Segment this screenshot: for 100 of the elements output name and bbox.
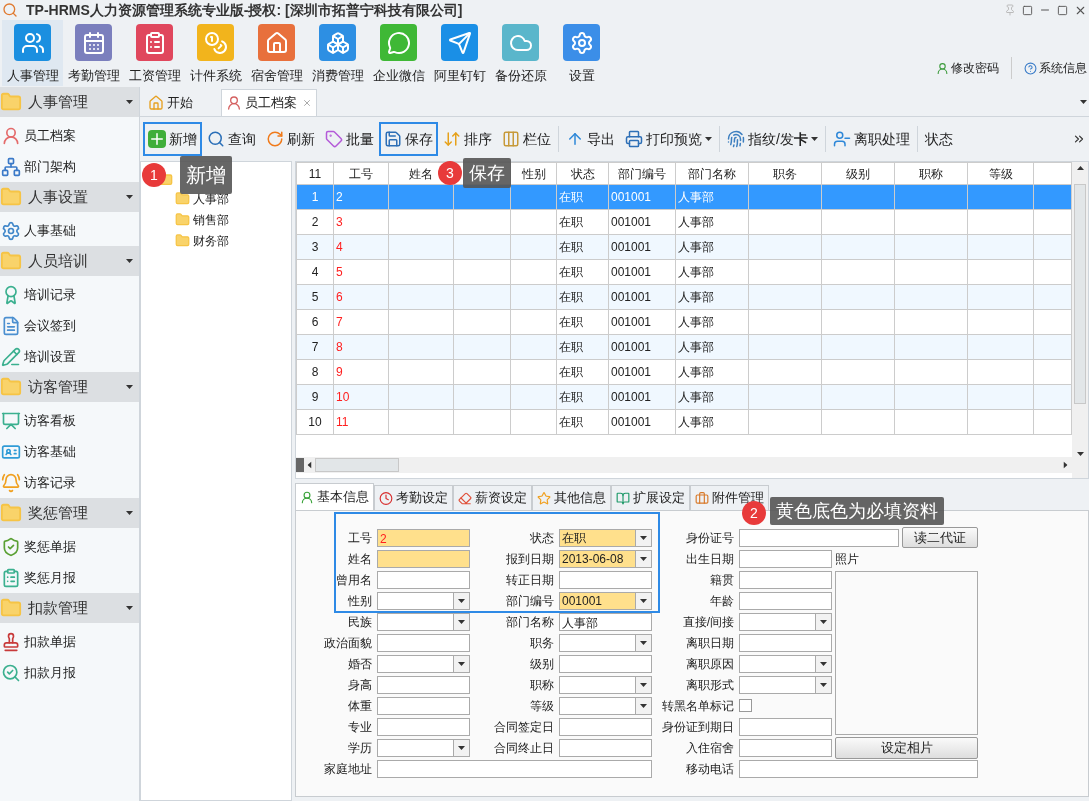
input-field[interactable] — [559, 738, 652, 757]
toolbar-button[interactable]: 指纹/发卡 — [722, 122, 823, 156]
sidebar-group-header[interactable]: 人员培训 — [0, 246, 139, 276]
input-field[interactable] — [739, 759, 978, 778]
maximize-icon[interactable] — [1057, 4, 1068, 16]
table-row[interactable]: 10 11 在职 001001 人事部 — [296, 409, 1072, 435]
set-photo-button[interactable]: 设定相片 — [835, 736, 978, 759]
pin-icon[interactable] — [1004, 4, 1016, 16]
module-button[interactable]: 计件系统 — [185, 20, 246, 86]
account-link[interactable]: 修改密码 — [936, 59, 999, 77]
tab[interactable]: 员工档案 — [221, 89, 317, 116]
read-id-card-button[interactable]: 读二代证 — [902, 527, 978, 548]
input-field[interactable] — [739, 570, 832, 589]
table-row[interactable]: 7 8 在职 001001 人事部 — [296, 334, 1072, 360]
table-row[interactable]: 2 3 在职 001001 人事部 — [296, 209, 1072, 235]
toolbar-button[interactable]: 栏位 — [497, 122, 556, 156]
dropdown-field[interactable] — [559, 696, 652, 715]
toolbar-button[interactable]: 批量 — [320, 122, 379, 156]
sidebar-group-header[interactable]: 奖惩管理 — [0, 498, 139, 528]
sidebar-item[interactable]: 培训设置 — [0, 341, 139, 372]
more-icon[interactable] — [1072, 132, 1086, 146]
dropdown-field[interactable] — [559, 633, 652, 652]
input-field[interactable] — [739, 717, 832, 736]
input-field[interactable] — [377, 549, 470, 568]
sidebar-item[interactable]: 访客看板 — [0, 405, 139, 436]
dropdown-field[interactable] — [739, 675, 832, 694]
tab[interactable]: 基本信息 — [295, 483, 374, 510]
toolbar-button[interactable]: 排序 — [438, 122, 497, 156]
input-field[interactable] — [739, 591, 832, 610]
input-field[interactable] — [739, 738, 832, 757]
column-header[interactable]: 姓名 — [409, 166, 433, 181]
input-field[interactable] — [739, 633, 832, 652]
input-field[interactable] — [377, 570, 470, 589]
dropdown-field[interactable]: 在职 — [559, 528, 652, 547]
tab[interactable]: 扩展设定 — [611, 485, 690, 510]
table-row[interactable]: 4 5 在职 001001 人事部 — [296, 259, 1072, 285]
toolbar-button[interactable]: 导出 — [561, 122, 620, 156]
table-row[interactable]: 8 9 在职 001001 人事部 — [296, 359, 1072, 385]
toolbar-button[interactable]: 离职处理 — [827, 122, 915, 156]
module-button[interactable]: 备份还原 — [490, 20, 551, 86]
module-button[interactable]: 宿舍管理 — [246, 20, 307, 86]
vertical-scrollbar[interactable] — [1072, 162, 1088, 478]
dropdown-field[interactable] — [377, 591, 470, 610]
table-row[interactable]: 3 4 在职 001001 人事部 — [296, 234, 1072, 260]
dropdown-field[interactable] — [739, 654, 832, 673]
tree-item[interactable]: 财务部 — [147, 230, 291, 251]
input-field[interactable] — [559, 570, 652, 589]
sidebar-item[interactable]: 培训记录 — [0, 279, 139, 310]
toolbar-button[interactable]: 查询 — [202, 122, 261, 156]
dropdown-field[interactable]: 2013-06-08 — [559, 549, 652, 568]
dropdown-field[interactable] — [377, 654, 470, 673]
input-field[interactable] — [377, 675, 470, 694]
input-field[interactable] — [377, 717, 470, 736]
toolbar-button[interactable]: 保存 — [379, 122, 438, 156]
sidebar-item[interactable]: 部门架构 — [0, 151, 139, 182]
toolbar-button[interactable]: 刷新 — [261, 122, 320, 156]
tree-item[interactable]: 销售部 — [147, 209, 291, 230]
input-field[interactable] — [377, 759, 652, 778]
input-field[interactable] — [559, 654, 652, 673]
sidebar-group-header[interactable]: 人事管理 — [0, 87, 139, 117]
input-field[interactable] — [739, 528, 899, 547]
dropdown-field[interactable] — [739, 612, 832, 631]
restore-icon[interactable] — [1022, 4, 1033, 16]
dropdown-field[interactable] — [559, 675, 652, 694]
sidebar-item[interactable]: 奖惩单据 — [0, 531, 139, 562]
dropdown-field[interactable]: 001001 — [559, 591, 652, 610]
sidebar-group-header[interactable]: 访客管理 — [0, 372, 139, 402]
table-row[interactable]: 6 7 在职 001001 人事部 — [296, 309, 1072, 335]
sidebar-group-header[interactable]: 扣款管理 — [0, 593, 139, 623]
sidebar-item[interactable]: 奖惩月报 — [0, 562, 139, 593]
sidebar-item[interactable]: 员工档案 — [0, 120, 139, 151]
toolbar-button[interactable]: 状态 — [919, 122, 958, 156]
sidebar-item[interactable]: 扣款单据 — [0, 626, 139, 657]
account-link[interactable]: 系统信息 — [1024, 59, 1087, 77]
module-button[interactable]: 工资管理 — [124, 20, 185, 86]
tab[interactable]: 其他信息 — [532, 485, 611, 510]
scroll-thumb[interactable] — [315, 458, 399, 472]
toolbar-button[interactable]: 新增 — [143, 122, 202, 156]
input-field[interactable] — [739, 549, 832, 568]
sidebar-item[interactable]: 会议签到 — [0, 310, 139, 341]
sidebar-item[interactable]: 扣款月报 — [0, 657, 139, 688]
tab[interactable]: 薪资设定 — [453, 485, 532, 510]
table-row[interactable]: 9 10 在职 001001 人事部 — [296, 384, 1072, 410]
table-row[interactable]: 5 6 在职 001001 人事部 — [296, 284, 1072, 310]
sidebar-group-header[interactable]: 人事设置 — [0, 182, 139, 212]
module-button[interactable]: 阿里钉钉 — [429, 20, 490, 86]
dropdown-field[interactable] — [377, 738, 470, 757]
sidebar-item[interactable]: 访客记录 — [0, 467, 139, 498]
scroll-thumb[interactable] — [1074, 184, 1086, 404]
checkbox[interactable] — [739, 699, 752, 712]
tab[interactable]: 考勤设定 — [374, 485, 453, 510]
module-button[interactable]: 考勤管理 — [63, 20, 124, 86]
input-field[interactable] — [377, 696, 470, 715]
toolbar-button[interactable]: 打印预览 — [620, 122, 717, 156]
horizontal-scrollbar[interactable] — [296, 457, 1072, 473]
sidebar-item[interactable]: 访客基础 — [0, 436, 139, 467]
sidebar-item[interactable]: 人事基础 — [0, 215, 139, 246]
module-button[interactable]: 消费管理 — [307, 20, 368, 86]
module-button[interactable]: 人事管理 — [2, 20, 63, 86]
module-button[interactable]: 企业微信 — [368, 20, 429, 86]
